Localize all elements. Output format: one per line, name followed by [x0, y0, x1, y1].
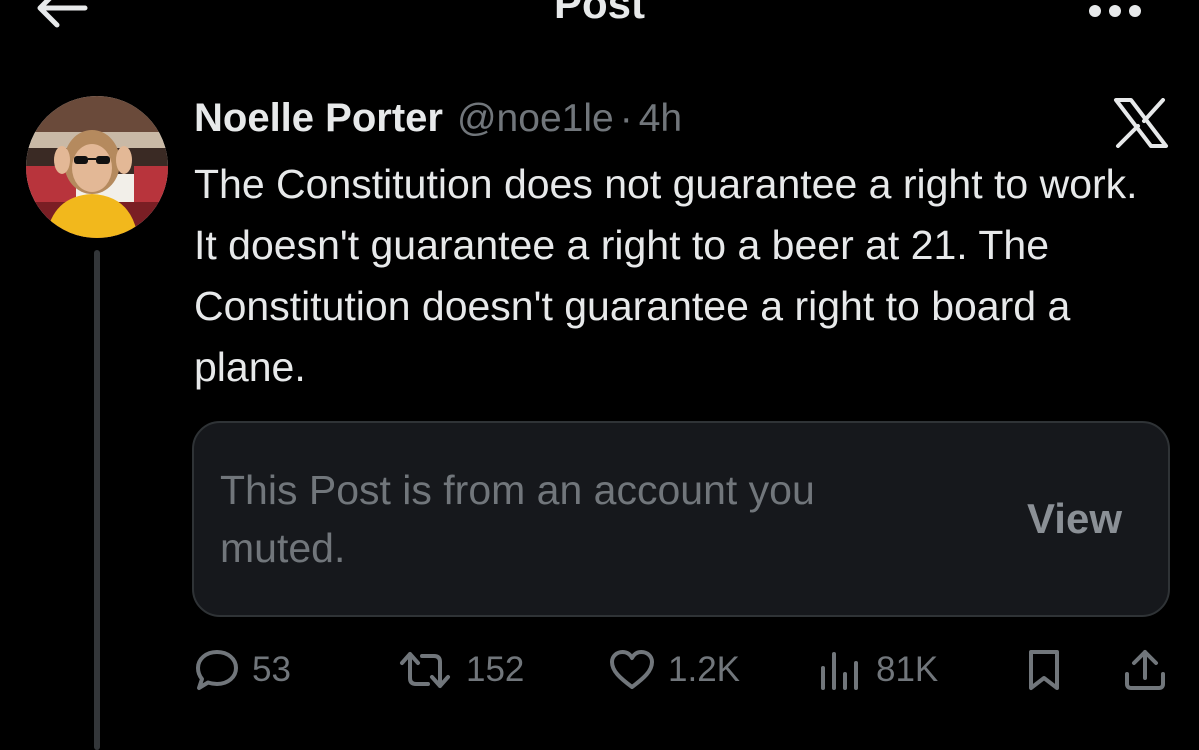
bookmark-icon — [1029, 650, 1059, 690]
x-logo-icon — [1113, 98, 1169, 148]
like-button[interactable]: 1.2K — [608, 645, 740, 695]
reply-icon — [196, 650, 238, 690]
views-count: 81K — [876, 650, 939, 689]
bookmark-button[interactable] — [1024, 645, 1064, 695]
post-text: The Constitution does not guarantee a ri… — [194, 161, 1138, 390]
author-avatar[interactable] — [26, 96, 168, 238]
like-count: 1.2K — [668, 650, 740, 689]
author-display-name[interactable]: Noelle Porter — [194, 96, 443, 141]
repost-count: 152 — [466, 650, 525, 689]
top-bar: Post — [0, 0, 1199, 40]
heart-icon — [610, 650, 654, 689]
repost-button[interactable]: 152 — [396, 645, 524, 695]
reply-count: 53 — [252, 650, 291, 689]
meta-separator: · — [619, 97, 633, 140]
view-muted-post-button[interactable]: View — [1027, 495, 1122, 543]
more-options-button[interactable] — [1082, 0, 1148, 24]
muted-notice-text: This Post is from an account you muted. — [220, 467, 815, 571]
muted-post-card: This Post is from an account you muted. … — [192, 421, 1170, 617]
views-button[interactable]: 81K — [818, 645, 938, 695]
post-header: Noelle Porter @noe1le · 4h — [194, 96, 682, 142]
share-icon — [1125, 650, 1165, 690]
avatar-photo — [26, 96, 168, 238]
reply-button[interactable]: 53 — [194, 645, 291, 695]
repost-icon — [400, 652, 450, 688]
post-timestamp[interactable]: 4h — [639, 97, 682, 141]
share-button[interactable] — [1122, 645, 1168, 695]
page-title: Post — [553, 0, 645, 27]
more-horizontal-icon — [1089, 5, 1141, 17]
thread-line — [94, 250, 100, 750]
bar-chart-icon — [821, 652, 858, 690]
author-handle[interactable]: @noe1le — [457, 97, 614, 141]
